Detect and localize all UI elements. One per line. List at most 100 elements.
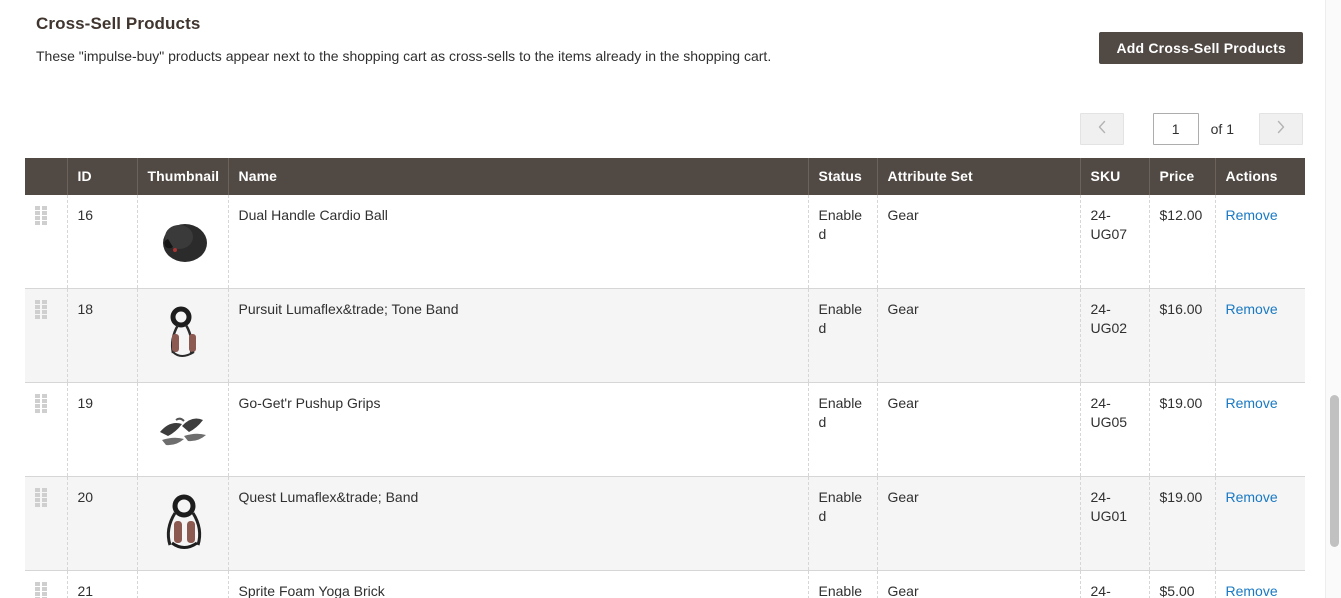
row-drag-cell[interactable]: [25, 382, 68, 477]
row-status-cell: Enabled: [808, 382, 878, 477]
row-sku-line-1: 24-: [1090, 583, 1111, 598]
row-attribute-set-cell: Gear: [877, 195, 1081, 289]
row-attribute-set-cell: Gear: [877, 288, 1081, 383]
row-sku-line-1: 24-: [1090, 489, 1111, 505]
row-sku-line-1: 24-: [1090, 301, 1111, 317]
table-row[interactable]: 19 Go-Get'r Pushup Grips Enabled Gear 24- UG0…: [25, 382, 1305, 477]
page-number-input[interactable]: [1152, 113, 1199, 145]
remove-link[interactable]: Remove: [1226, 489, 1278, 505]
row-price-cell: $16.00: [1149, 288, 1216, 383]
drag-handle-icon[interactable]: [35, 300, 47, 319]
table-body: 16 Dual Handle Cardio Ball Enabled Gear 24- U…: [25, 195, 1305, 598]
row-drag-cell[interactable]: [25, 288, 68, 383]
remove-link[interactable]: Remove: [1226, 395, 1278, 411]
row-sku-cell: 24- UG02: [1080, 288, 1150, 383]
row-thumbnail-cell: [137, 382, 229, 477]
section-description: These "impulse-buy" products appear next…: [36, 48, 772, 64]
row-status-cell: Enabled: [808, 570, 878, 598]
row-price-cell: $19.00: [1149, 382, 1216, 477]
table-header-row: ID Thumbnail Name Status Attribute Set S…: [25, 158, 1305, 195]
row-attribute-set-cell: Gear: [877, 476, 1081, 571]
row-sku-cell: 24-WG084: [1080, 570, 1150, 598]
row-thumbnail-cell: [137, 288, 229, 383]
row-drag-cell[interactable]: [25, 570, 68, 598]
row-price-cell: $12.00: [1149, 195, 1216, 289]
add-cross-sell-products-button[interactable]: Add Cross-Sell Products: [1099, 32, 1303, 64]
pagination-controls: of 1: [1079, 113, 1303, 145]
drag-handle-icon[interactable]: [35, 582, 47, 598]
section-header: Cross-Sell Products These "impulse-buy" …: [0, 0, 1325, 67]
dual-handle-cardio-ball-thumbnail: [147, 206, 218, 278]
drag-handle-icon[interactable]: [35, 488, 47, 507]
row-price-cell: $5.00: [1149, 570, 1216, 598]
row-sku-line-2: UG01: [1090, 508, 1128, 524]
row-status-cell: Enabled: [808, 288, 878, 383]
go-getr-pushup-grips-thumbnail: [147, 394, 218, 466]
row-id-cell: 18: [67, 288, 138, 383]
row-drag-cell[interactable]: [25, 476, 68, 571]
row-price-cell: $19.00: [1149, 476, 1216, 571]
row-actions-cell: Remove: [1215, 382, 1305, 477]
row-thumbnail-cell: [137, 476, 229, 571]
row-sku-cell: 24- UG01: [1080, 476, 1150, 571]
cross-sell-products-grid: ID Thumbnail Name Status Attribute Set S…: [25, 158, 1305, 598]
row-thumbnail-cell: [137, 195, 229, 289]
table-row[interactable]: 18 Pursuit Lumaflex&trade; Tone Band Enabl…: [25, 288, 1305, 383]
table-row[interactable]: 20 Quest Lumaflex&trade; Band Enabled Gear 2…: [25, 476, 1305, 571]
row-name-cell: Sprite Foam Yoga Brick: [228, 570, 809, 598]
row-sku-line-2: UG07: [1090, 226, 1128, 242]
row-sku-cell: 24- UG05: [1080, 382, 1150, 477]
row-status-cell: Enabled: [808, 195, 878, 289]
row-name-cell: Pursuit Lumaflex&trade; Tone Band: [228, 288, 809, 383]
row-actions-cell: Remove: [1215, 288, 1305, 383]
quest-lumaflex-band-thumbnail: [147, 488, 218, 560]
table-row[interactable]: 16 Dual Handle Cardio Ball Enabled Gear 24- U…: [25, 195, 1305, 289]
row-id-cell: 16: [67, 195, 138, 289]
remove-link[interactable]: Remove: [1226, 207, 1278, 223]
row-actions-cell: Remove: [1215, 476, 1305, 571]
row-drag-cell[interactable]: [25, 195, 68, 289]
row-attribute-set-cell: Gear: [877, 570, 1081, 598]
page-title: Cross-Sell Products: [36, 14, 201, 33]
row-thumbnail-cell: [137, 570, 229, 598]
drag-handle-icon[interactable]: [35, 206, 47, 225]
table-header: ID Thumbnail Name Status Attribute Set S…: [25, 158, 1305, 195]
column-header-status: Status: [808, 158, 878, 195]
column-header-thumbnail: Thumbnail: [137, 158, 229, 195]
column-header-attribute-set: Attribute Set: [877, 158, 1081, 195]
previous-page-button[interactable]: [1079, 113, 1124, 145]
row-sku-line-1: 24-: [1090, 395, 1111, 411]
cross-sell-products-page: Cross-Sell Products These "impulse-buy" …: [0, 0, 1325, 598]
row-sku-line-2: UG05: [1090, 414, 1128, 430]
column-header-id: ID: [67, 158, 138, 195]
vertical-scrollbar-thumb[interactable]: [1330, 395, 1339, 547]
row-name-cell: Quest Lumaflex&trade; Band: [228, 476, 809, 571]
row-id-cell: 19: [67, 382, 138, 477]
chevron-right-icon: [1277, 120, 1285, 134]
row-sku-cell: 24- UG07: [1080, 195, 1150, 289]
vertical-scrollbar-track[interactable]: [1325, 0, 1341, 598]
products-table: ID Thumbnail Name Status Attribute Set S…: [25, 158, 1305, 598]
row-actions-cell: Remove: [1215, 195, 1305, 289]
sprite-foam-yoga-brick-thumbnail: [147, 582, 218, 598]
chevron-left-icon: [1098, 120, 1105, 134]
row-name-cell: Dual Handle Cardio Ball: [228, 195, 809, 289]
next-page-button[interactable]: [1259, 113, 1303, 145]
column-header-actions: Actions: [1215, 158, 1305, 195]
row-attribute-set-cell: Gear: [877, 382, 1081, 477]
remove-link[interactable]: Remove: [1226, 583, 1278, 598]
remove-link[interactable]: Remove: [1226, 301, 1278, 317]
row-name-cell: Go-Get'r Pushup Grips: [228, 382, 809, 477]
column-header-name: Name: [228, 158, 809, 195]
row-sku-line-1: 24-: [1090, 207, 1111, 223]
column-header-price: Price: [1149, 158, 1216, 195]
row-sku-line-2: UG02: [1090, 320, 1128, 336]
pursuit-lumaflex-tone-band-thumbnail: [147, 300, 218, 372]
row-status-cell: Enabled: [808, 476, 878, 571]
table-row[interactable]: 21 Sprite Foam Yoga BrickEnabledGear24-WG…: [25, 570, 1305, 598]
column-header-sku: SKU: [1080, 158, 1150, 195]
total-pages-label: of 1: [1210, 121, 1234, 137]
column-header-drag: [25, 158, 68, 195]
row-id-cell: 21: [67, 570, 138, 598]
drag-handle-icon[interactable]: [35, 394, 47, 413]
